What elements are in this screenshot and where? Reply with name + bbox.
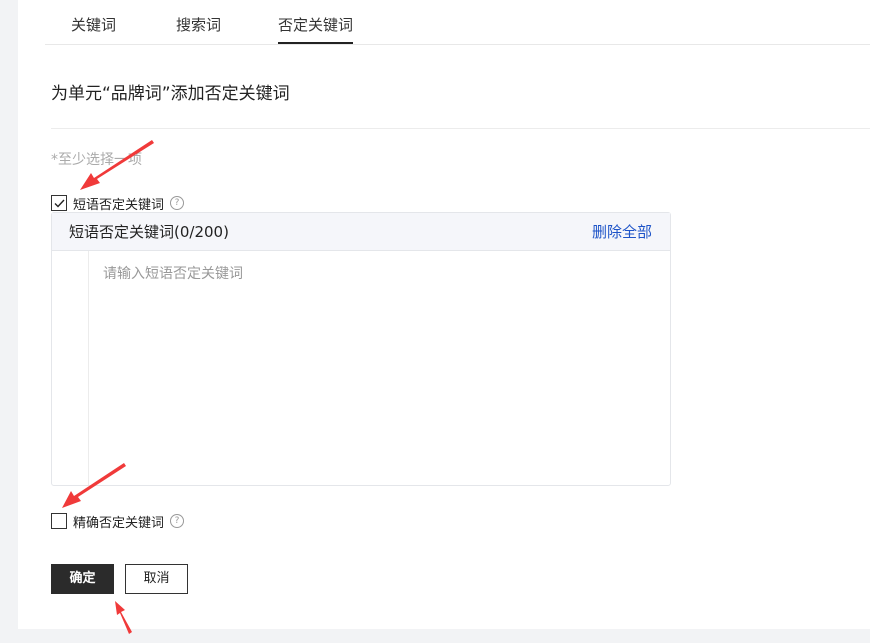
check-icon	[54, 199, 65, 208]
exact-negative-label: 精确否定关键词	[73, 515, 165, 531]
required-hint: *至少选择一项	[51, 152, 142, 168]
question-circle-icon[interactable]: ?	[170, 196, 185, 210]
tab-search-terms[interactable]: 搜索词	[176, 0, 221, 43]
phrase-negative-checkbox[interactable]	[51, 195, 67, 211]
main-panel: 关键词 搜索词 否定关键词 为单元“品牌词”添加否定关键词 *至少选择一项 短语…	[18, 0, 870, 629]
phrase-keyword-input[interactable]	[89, 251, 659, 477]
line-number-gutter	[52, 251, 89, 485]
tab-keywords[interactable]: 关键词	[71, 0, 116, 43]
cancel-button[interactable]: 取消	[125, 564, 188, 594]
exact-negative-checkbox[interactable]	[51, 513, 67, 529]
clear-all-link[interactable]: 删除全部	[592, 213, 652, 251]
confirm-button[interactable]: 确定	[51, 564, 114, 594]
question-circle-icon[interactable]: ?	[170, 514, 185, 528]
tab-bar: 关键词 搜索词 否定关键词	[45, 0, 870, 45]
divider	[51, 128, 870, 129]
phrase-keyword-box: 短语否定关键词(0/200) 删除全部	[51, 212, 671, 486]
tab-negative-keywords[interactable]: 否定关键词	[278, 0, 354, 44]
keyword-box-title: 短语否定关键词(0/200)	[69, 223, 229, 241]
exact-negative-option: 精确否定关键词 ?	[51, 511, 185, 531]
page-title: 为单元“品牌词”添加否定关键词	[51, 84, 290, 104]
phrase-negative-label: 短语否定关键词	[73, 197, 165, 213]
keyword-box-header: 短语否定关键词(0/200) 删除全部	[52, 213, 670, 251]
phrase-negative-option: 短语否定关键词 ?	[51, 193, 185, 213]
